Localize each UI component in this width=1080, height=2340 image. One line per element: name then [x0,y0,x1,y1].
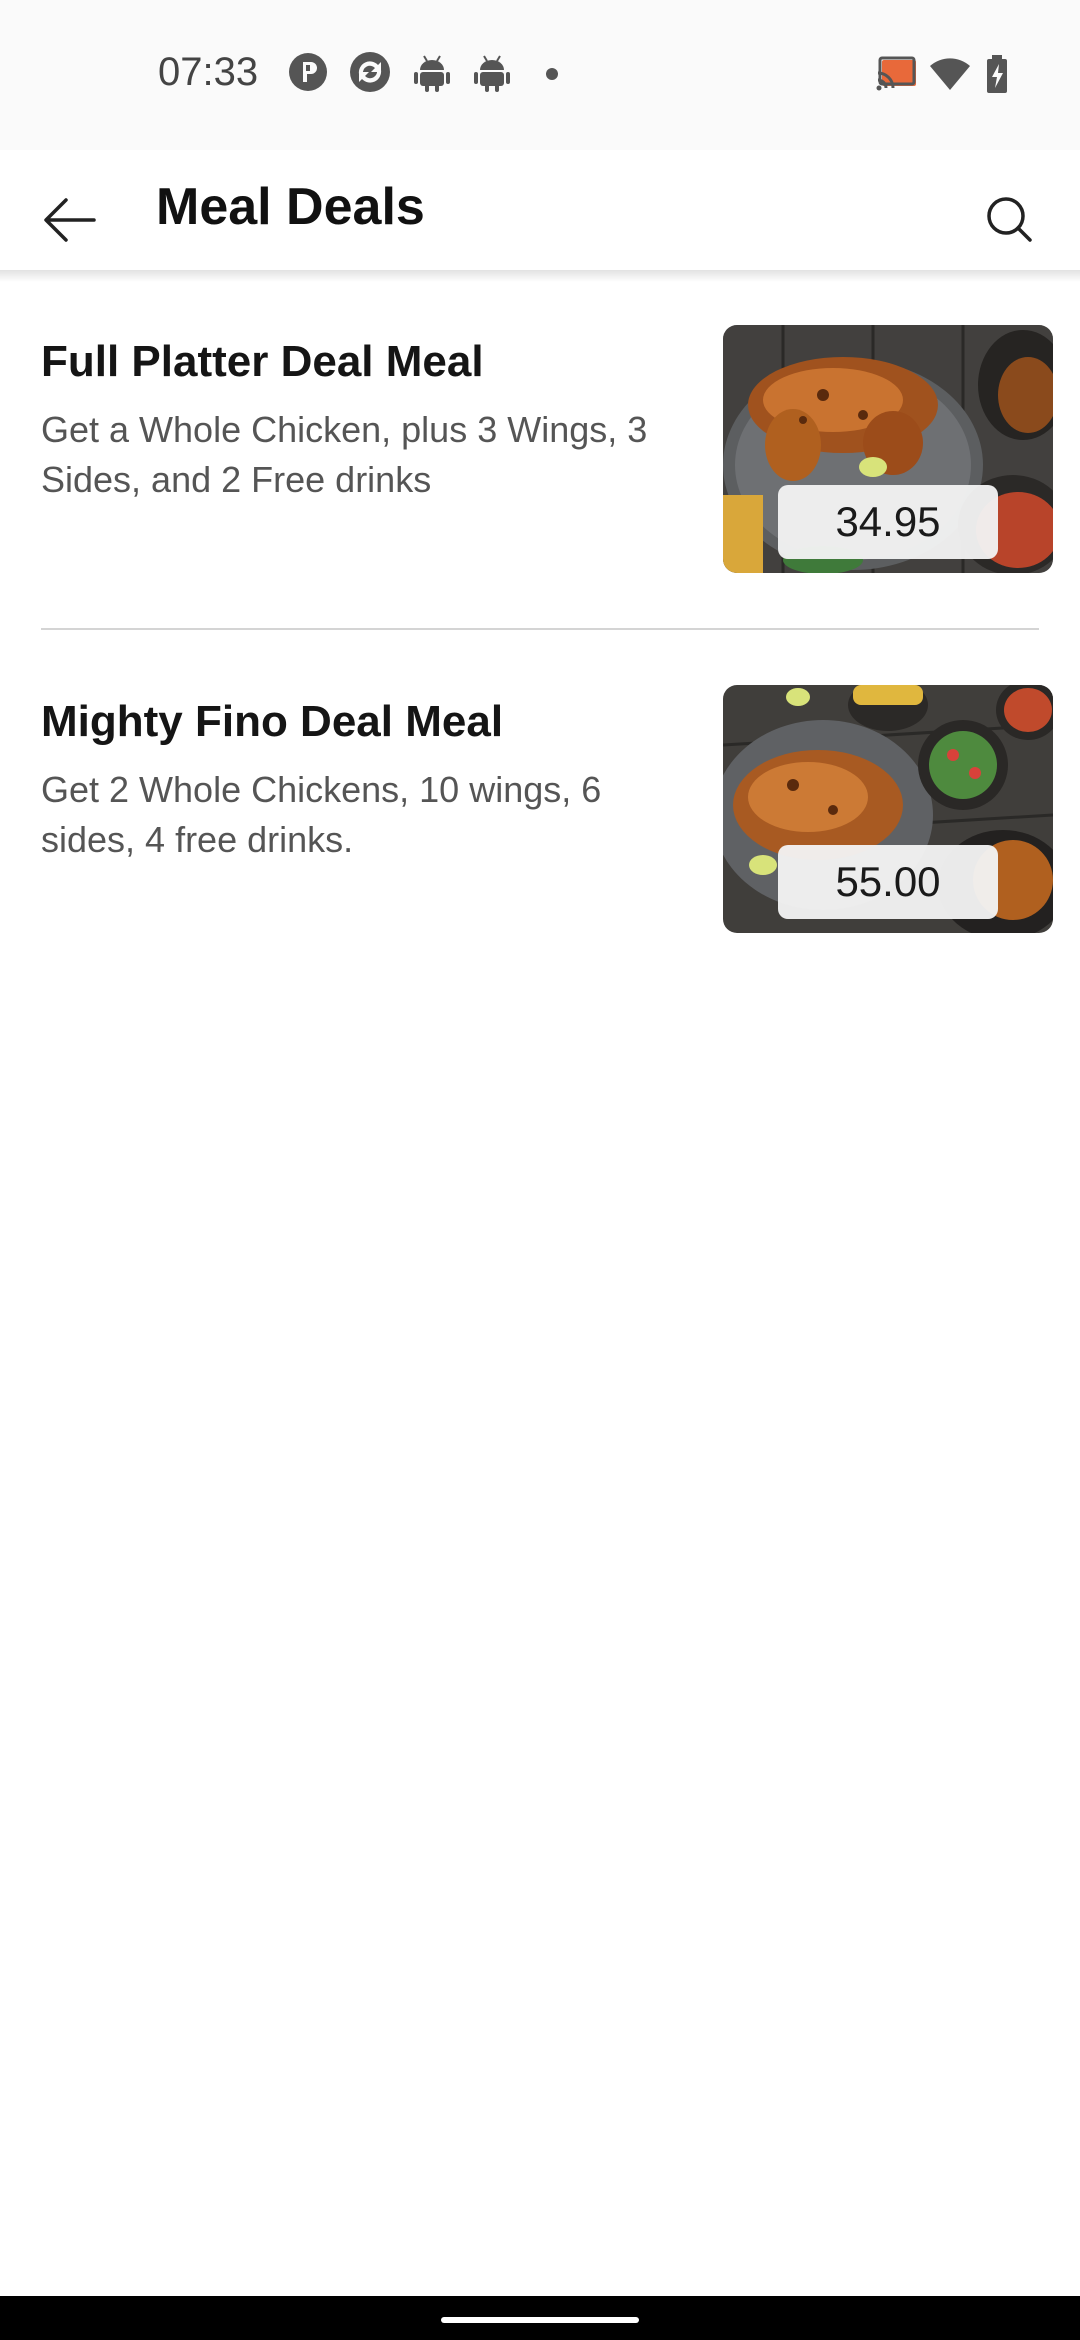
dot-icon [546,68,558,80]
home-gesture-handle[interactable] [441,2317,639,2323]
page-title: Meal Deals [156,178,425,236]
deal-item-full-platter[interactable]: Full Platter Deal Meal Get a Whole Chick… [0,325,1080,625]
app-bar-shadow [0,270,1080,282]
sync-app-icon [350,52,390,92]
deal-description: Get a Whole Chicken, plus 3 Wings, 3 Sid… [41,409,648,500]
search-icon [987,197,1032,242]
deal-description: Get 2 Whole Chickens, 10 wings, 6 sides,… [41,769,602,860]
status-bar: 07:33 [0,0,1080,150]
battery-charging-icon [987,55,1007,93]
deal-item-mighty-fino[interactable]: Mighty Fino Deal Meal Get 2 Whole Chicke… [0,685,1080,985]
arrow-back-icon [44,198,96,242]
cast-icon [876,56,916,91]
search-button[interactable] [970,180,1050,260]
divider [41,628,1039,630]
android-icon [474,55,510,92]
android-icon [414,55,450,92]
app-bar: Meal Deals [0,150,1080,270]
wifi-icon [930,58,970,90]
status-time: 07:33 [158,50,259,94]
deal-title: Full Platter Deal Meal [41,337,484,386]
deal-title: Mighty Fino Deal Meal [41,697,504,746]
price-badge: 55.00 [778,845,998,919]
grilled-chicken-feast-image: 55.00 [723,685,1053,933]
back-button[interactable] [30,180,110,260]
grilled-chicken-platter-image: 34.95 [723,325,1053,573]
system-nav-bar [0,2296,1080,2340]
price-badge: 34.95 [778,485,998,559]
pinterest-icon [289,53,327,91]
